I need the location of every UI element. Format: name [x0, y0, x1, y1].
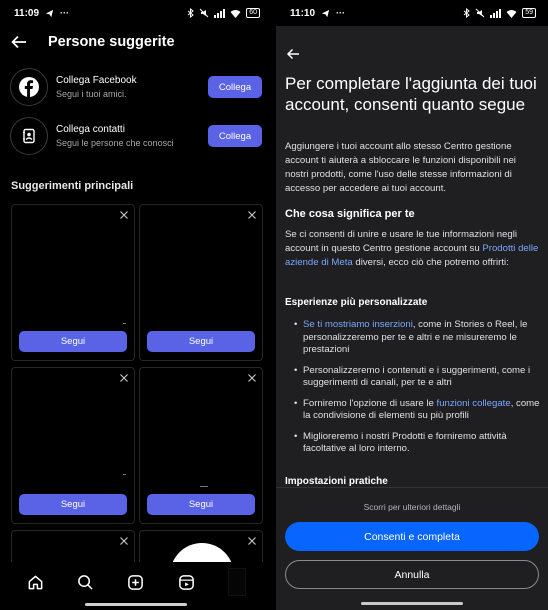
follow-button[interactable]: Segui: [19, 331, 127, 352]
suggestion-card[interactable]: Segui: [11, 367, 135, 524]
left-screen: 11:09 ··· 60 Persone suggerite Collega F…: [0, 0, 272, 610]
signal-icon: [214, 8, 226, 18]
list-item: Personalizzeremo i contenuti e i suggeri…: [294, 365, 542, 390]
list-item: Se ti mostriamo inserzioni, come in Stor…: [294, 319, 542, 357]
connect-contacts-button[interactable]: Collega: [208, 125, 262, 147]
suggestion-card[interactable]: Segui: [139, 204, 263, 361]
linked-features-link[interactable]: funzioni collegate: [437, 398, 511, 409]
consent-paragraph: Se ci consenti di unire e usare le tue i…: [285, 228, 541, 270]
close-icon[interactable]: [248, 537, 256, 545]
section-heading: Suggerimenti principali: [11, 180, 134, 192]
status-time: 11:09: [14, 7, 40, 19]
row-title: Collega contatti: [56, 124, 125, 135]
page-title: Persone suggerite: [48, 34, 175, 50]
telegram-icon: [321, 9, 330, 17]
battery-icon: 60: [246, 8, 260, 18]
reels-icon[interactable]: [177, 573, 195, 591]
what-means-heading: Che cosa significa per te: [285, 208, 415, 220]
scroll-hint: Scorri per ulteriori dettagli: [363, 502, 461, 512]
row-subtitle: Segui i tuoi amici.: [56, 89, 127, 99]
bottom-navigation: [0, 562, 272, 602]
consent-heading: Per completare l'aggiunta dei tuoi accou…: [285, 74, 537, 114]
status-bar: 11:10 ··· 59: [276, 0, 548, 26]
close-icon[interactable]: [120, 211, 128, 219]
wifi-icon: [506, 9, 517, 18]
facebook-icon-wrap: [10, 68, 48, 106]
consent-complete-button[interactable]: Consenti e completa: [285, 522, 539, 551]
status-bar: 11:09 ··· 60: [0, 0, 272, 26]
connect-facebook-row: Collega Facebook Segui i tuoi amici. Col…: [10, 67, 262, 107]
row-title: Collega Facebook: [56, 75, 137, 86]
personalized-heading: Esperienze più personalizzate: [285, 297, 428, 308]
back-arrow-icon[interactable]: [10, 33, 28, 51]
connect-facebook-button[interactable]: Collega: [208, 76, 262, 98]
list-item: Forniremo l'opzione di usare le funzioni…: [294, 398, 542, 423]
benefits-list: Se ti mostriamo inserzioni, come in Stor…: [294, 319, 542, 456]
bluetooth-icon: [187, 8, 195, 18]
cancel-button[interactable]: Annulla: [285, 560, 539, 589]
suggestion-card[interactable]: Segui: [139, 367, 263, 524]
close-icon[interactable]: [248, 211, 256, 219]
home-icon[interactable]: [26, 573, 44, 591]
action-sheet: Scorri per ulteriori dettagli Consenti e…: [276, 487, 548, 610]
home-indicator: [85, 603, 187, 606]
follow-button[interactable]: Segui: [19, 494, 127, 515]
follow-button[interactable]: Segui: [147, 494, 255, 515]
suggestion-card[interactable]: Segui: [11, 204, 135, 361]
profile-icon[interactable]: [227, 568, 246, 596]
search-icon[interactable]: [77, 573, 95, 591]
intro-paragraph: Aggiungere i tuoi account allo stesso Ce…: [285, 141, 516, 194]
wifi-icon: [230, 9, 241, 18]
list-item: Miglioreremo i nostri Prodotti e fornire…: [294, 431, 542, 456]
consent-text: diversi, ecco ciò che potremo offrirti:: [352, 257, 509, 268]
list-item-text: Forniremo l'opzione di usare le: [303, 397, 437, 409]
mute-icon: [475, 8, 485, 18]
bluetooth-icon: [463, 8, 471, 18]
telegram-icon: [45, 9, 54, 17]
right-screen: 11:10 ··· 59 Per completare l'aggiunta d…: [276, 0, 548, 610]
close-icon[interactable]: [120, 537, 128, 545]
more-notifications-icon: ···: [336, 8, 346, 18]
signal-icon: [490, 8, 502, 18]
create-icon[interactable]: [127, 573, 145, 591]
card-mark: [123, 474, 126, 475]
home-indicator: [361, 602, 463, 605]
mute-icon: [199, 8, 209, 18]
connect-contacts-row: Collega contatti Segui le persone che co…: [10, 116, 262, 156]
close-icon[interactable]: [248, 374, 256, 382]
row-subtitle: Segui le persone che conosci: [56, 138, 174, 148]
card-mark: [123, 323, 126, 324]
contacts-icon-wrap: [10, 117, 48, 155]
follow-button[interactable]: Segui: [147, 331, 255, 352]
more-notifications-icon: ···: [60, 8, 70, 18]
back-arrow-icon[interactable]: [286, 47, 300, 61]
facebook-icon: [19, 77, 39, 97]
ads-link[interactable]: Se ti mostriamo inserzioni: [303, 319, 413, 330]
battery-icon: 59: [522, 8, 536, 18]
practical-heading: Impostazioni pratiche: [285, 476, 388, 487]
status-time: 11:10: [290, 7, 316, 19]
card-mark: [200, 486, 208, 487]
contacts-icon: [23, 128, 35, 144]
close-icon[interactable]: [120, 374, 128, 382]
